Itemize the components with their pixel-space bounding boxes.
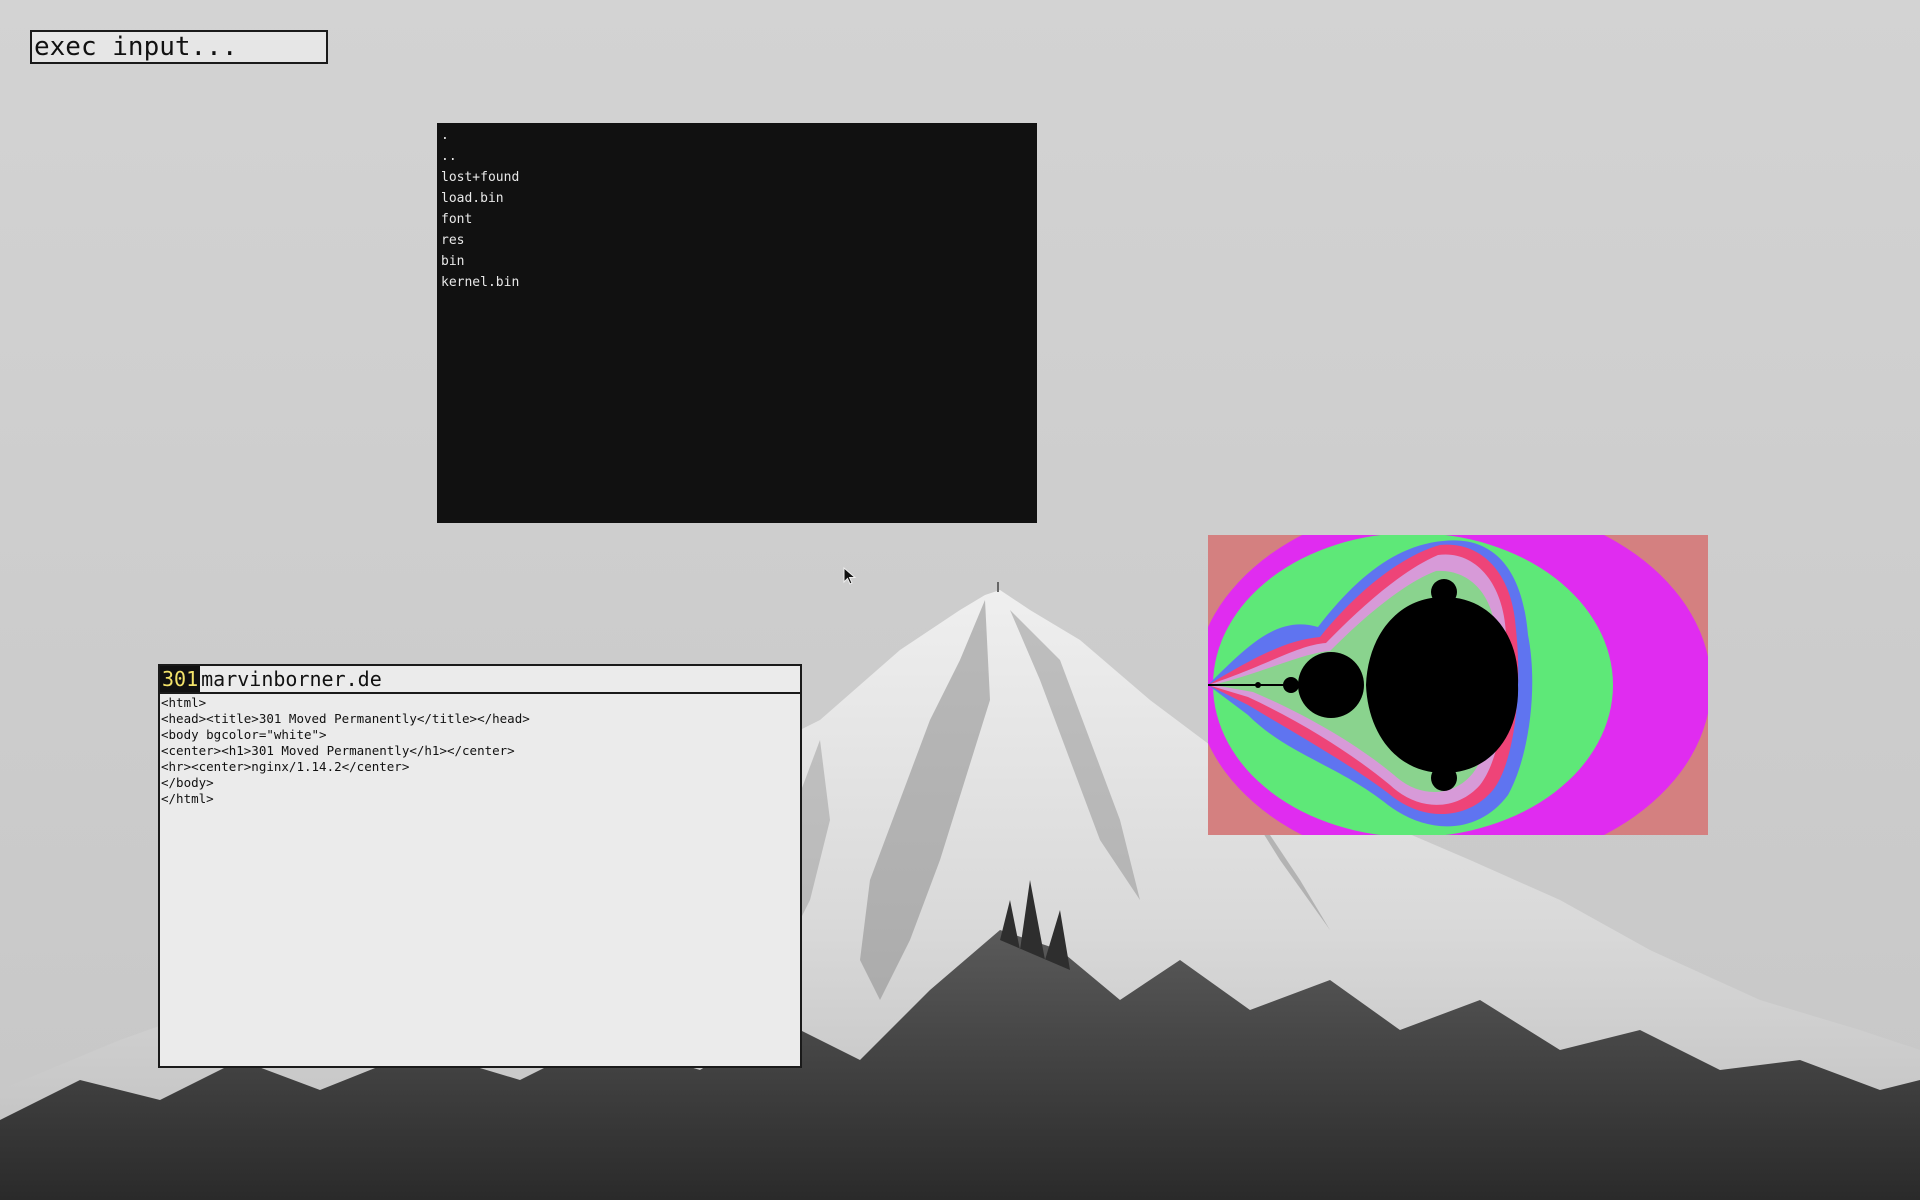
- file-list-item[interactable]: load.bin: [441, 188, 1033, 209]
- source-line: <head><title>301 Moved Permanently</titl…: [161, 711, 530, 726]
- source-line: </body>: [161, 775, 214, 790]
- source-line: <body bgcolor="white">: [161, 727, 327, 742]
- source-line: <center><h1>301 Moved Permanently</h1></…: [161, 743, 515, 758]
- source-line: <html>: [161, 695, 207, 710]
- file-list-item[interactable]: .: [441, 125, 1033, 146]
- file-browser-window[interactable]: . .. lost+found load.bin font res bin ke…: [437, 123, 1037, 523]
- file-list-item[interactable]: kernel.bin: [441, 272, 1033, 293]
- mandelbrot-image: [1208, 535, 1708, 835]
- file-list-item[interactable]: ..: [441, 146, 1033, 167]
- file-list-item[interactable]: lost+found: [441, 167, 1033, 188]
- mouse-pointer-icon: [843, 567, 857, 585]
- url-input[interactable]: [200, 666, 783, 692]
- mandelbrot-window[interactable]: [1208, 535, 1708, 835]
- file-list-item[interactable]: font: [441, 209, 1033, 230]
- page-source-view: <html> <head><title>301 Moved Permanentl…: [160, 694, 800, 808]
- exec-input[interactable]: [30, 30, 328, 64]
- file-list-item[interactable]: bin: [441, 251, 1033, 272]
- browser-window[interactable]: 301 <html> <head><title>301 Moved Perman…: [158, 664, 802, 1068]
- file-list-item[interactable]: res: [441, 230, 1033, 251]
- status-code-badge: 301: [160, 666, 201, 692]
- address-bar: 301: [160, 666, 800, 694]
- source-line: <hr><center>nginx/1.14.2</center>: [161, 759, 410, 774]
- source-line: </html>: [161, 791, 214, 806]
- file-list: . .. lost+found load.bin font res bin ke…: [441, 125, 1033, 293]
